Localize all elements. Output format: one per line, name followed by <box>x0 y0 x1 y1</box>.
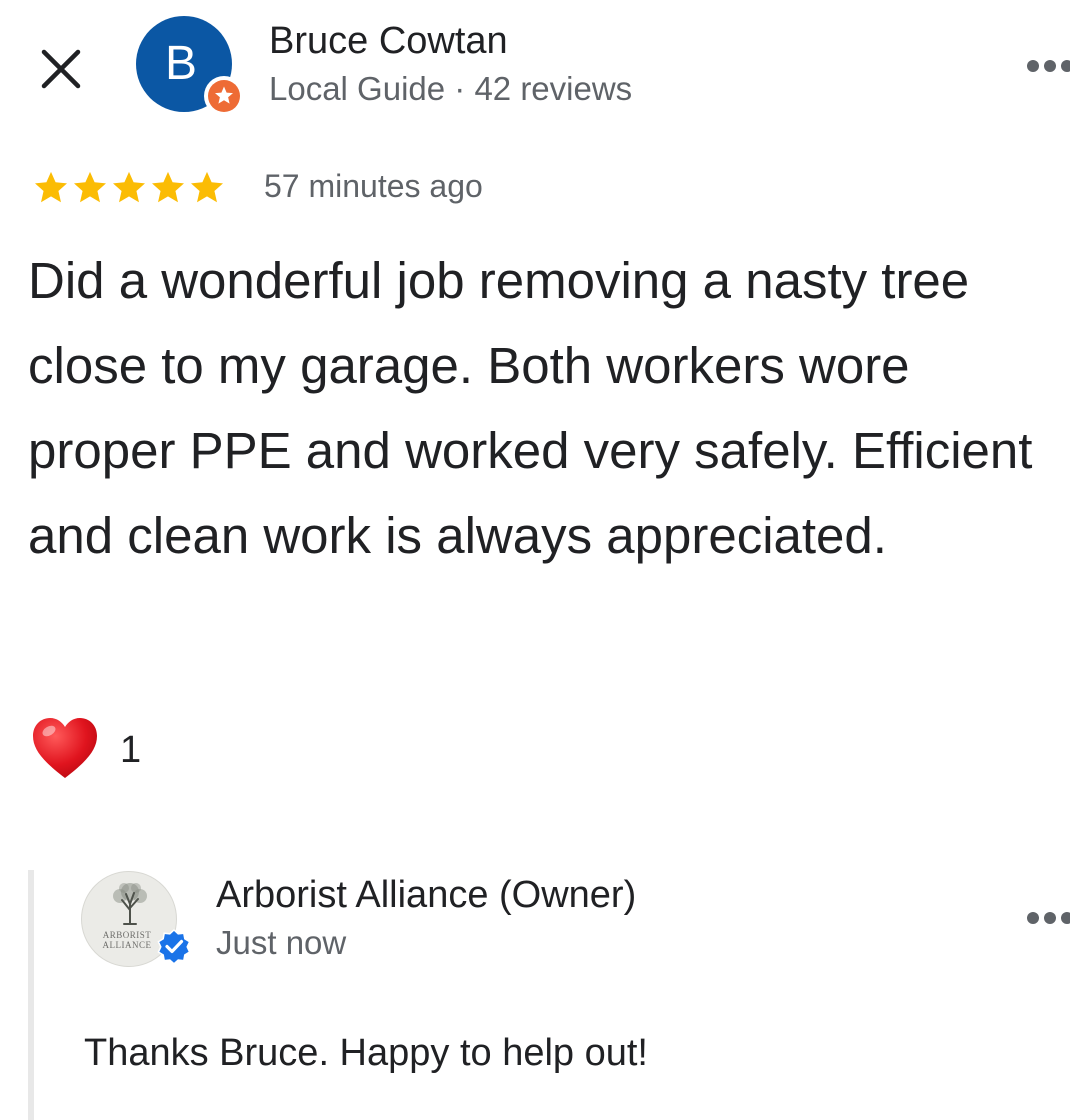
heart-icon <box>33 718 97 778</box>
star-icon <box>74 171 106 203</box>
star-icon <box>35 171 67 203</box>
review-text: Did a wonderful job removing a nasty tre… <box>28 252 1033 564</box>
reply-more-button[interactable] <box>1026 906 1070 930</box>
close-icon <box>41 49 81 89</box>
star-icon <box>113 171 145 203</box>
reviewer-name[interactable]: Bruce Cowtan <box>269 18 508 64</box>
tree-logo-icon <box>113 883 147 925</box>
local-guide-star-icon <box>215 86 233 104</box>
heart-reaction-button[interactable] <box>30 716 100 782</box>
star-rating <box>32 169 227 207</box>
star-icon <box>152 171 184 203</box>
verified-check-icon <box>157 928 191 965</box>
review-more-button[interactable] <box>1026 54 1070 78</box>
verified-badge <box>156 928 192 965</box>
review-timestamp: 57 minutes ago <box>264 168 483 204</box>
owner-reply-time: Just now <box>216 924 347 961</box>
owner-name[interactable]: Arborist Alliance (Owner) <box>216 872 636 918</box>
close-button[interactable] <box>36 44 86 94</box>
local-guide-badge <box>204 76 244 116</box>
more-horiz-icon <box>1027 912 1070 924</box>
reply-divider <box>28 870 34 1120</box>
owner-reply-text: Thanks Bruce. Happy to help out! <box>84 1032 648 1074</box>
star-icon <box>191 171 223 203</box>
reviewer-avatar-initial: B <box>164 37 197 90</box>
more-horiz-icon <box>1027 60 1070 72</box>
reviewer-meta: Local Guide · 42 reviews <box>269 70 633 107</box>
reaction-count: 1 <box>120 729 142 771</box>
